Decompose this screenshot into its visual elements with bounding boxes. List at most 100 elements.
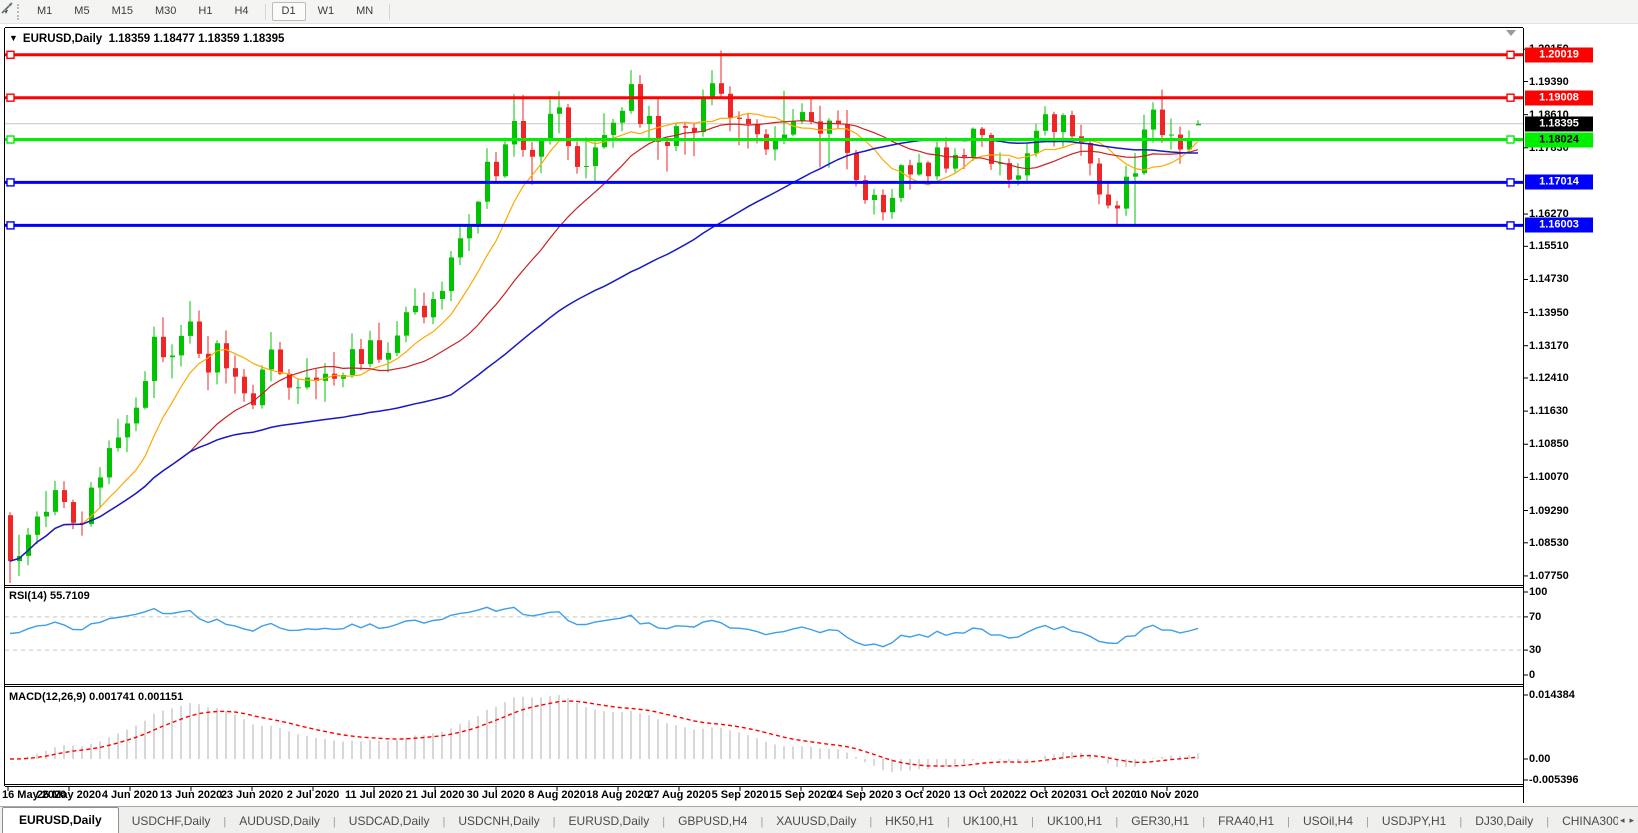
mt4-terminal: ▾ M1M5M15M30H1H4 D1W1MN ▼ EURUSD,Daily 1.1… [0,0,1638,833]
chart-tab-usdchf-daily[interactable]: USDCHF,Daily [119,810,224,833]
price-axis-tick-label: 1.07750 [1529,570,1569,582]
current-price-label: 1.18395 [1525,116,1593,131]
price-axis-tick-label: 1.13170 [1529,340,1569,352]
moving-average-line-9 [10,113,1198,561]
timeframe-button-m5[interactable]: M5 [64,2,99,21]
line-anchor-handle [7,179,14,186]
chart-tab-dj30-daily[interactable]: DJ30,Daily [1462,810,1546,833]
timeframe-button-w1[interactable]: W1 [308,2,345,21]
line-anchor-handle [7,94,14,101]
hline-price-label: 1.20019 [1525,47,1593,62]
line-anchor-handle [1507,179,1514,186]
date-tick-label: 11 Jul 2020 [345,789,403,801]
price-axis-tick-label: 1.15510 [1529,240,1569,252]
date-tick-label: 24 Sep 2020 [831,789,894,801]
timeframe-button-h4[interactable]: H4 [224,2,258,21]
chart-tab-audusd-daily[interactable]: AUDUSD,Daily [226,810,333,833]
date-tick-label: 5 Sep 2020 [712,789,769,801]
date-tick-label: 2 Jul 2020 [287,789,340,801]
rsi-axis-tick-label: 0 [1529,669,1535,681]
line-anchor-handle [7,136,14,143]
chart-ohlc-values: 1.18359 1.18477 1.18359 1.18395 [109,33,285,45]
price-axis-tick-label: 1.08530 [1529,537,1569,549]
chart-tabs: EURUSD,DailyUSDCHF,Daily|AUDUSD,Daily|US… [0,807,1618,833]
chart-tab-usdcnh-daily[interactable]: USDCNH,Daily [445,810,552,833]
date-tick-label: 23 Jun 2020 [221,789,283,801]
chart-tab-fra40-h1[interactable]: FRA40,H1 [1205,810,1287,833]
chart-plot-area[interactable] [0,0,1638,833]
cursor-tool-button[interactable]: ▾ [0,2,13,22]
hline-price-label: 1.16003 [1525,218,1593,233]
horizontal-line-1.16003[interactable] [5,222,1523,229]
horizontal-line-1.20019[interactable] [5,51,1523,58]
timeframe-button-m30[interactable]: M30 [145,2,186,21]
macd-indicator-label: MACD(12,26,9) 0.001741 0.001151 [9,691,183,703]
timeframe-button-m15[interactable]: M15 [102,2,143,21]
horizontal-line-1.19008[interactable] [5,94,1523,101]
candlestick-series[interactable] [8,51,1201,584]
tab-scroll-right-icon[interactable]: ▸ [1629,815,1634,826]
chart-tab-uk100-h1[interactable]: UK100,H1 [1034,810,1115,833]
collapse-triangle-icon[interactable]: ▼ [9,33,18,43]
line-anchor-handle [7,222,14,229]
macd-axis-tick-label: 0.00 [1529,753,1550,765]
hline-price-label: 1.19008 [1525,90,1593,105]
price-axis-tick-label: 1.10850 [1529,438,1569,450]
chart-tab-china300-h1[interactable]: CHINA300,H1 [1549,810,1618,833]
date-tick-label: 10 Nov 2020 [1135,789,1199,801]
date-tick-label: 21 Jul 2020 [406,789,465,801]
price-axis-tick-label: 1.14730 [1529,273,1569,285]
date-tick-label: 13 Oct 2020 [953,789,1014,801]
chart-tab-eurusd-daily[interactable]: EURUSD,Daily [2,807,119,833]
timeframe-button-mn[interactable]: MN [346,2,383,21]
chart-tab-hk50-h1[interactable]: HK50,H1 [872,810,947,833]
tab-scroll-left-icon[interactable]: ◂ [1620,815,1625,826]
price-axis-tick-label: 1.19390 [1529,76,1569,88]
date-tick-label: 31 Oct 2020 [1075,789,1136,801]
chart-tab-eurusd-daily[interactable]: EURUSD,Daily [556,810,663,833]
date-tick-label: 22 Oct 2020 [1014,789,1075,801]
price-axis-tick-label: 1.13950 [1529,307,1569,319]
date-tick-label: 27 Aug 2020 [647,789,711,801]
line-anchor-handle [7,51,14,58]
timeframe-button-h1[interactable]: H1 [188,2,222,21]
timeframe-button-d1[interactable]: D1 [272,2,306,21]
chart-tab-gbpusd-h4[interactable]: GBPUSD,H4 [665,810,760,833]
macd-axis-tick-label: -0.005396 [1529,774,1579,786]
date-tick-label: 18 Aug 2020 [586,789,650,801]
moving-average-line-50 [10,140,1198,561]
date-tick-label: 3 Oct 2020 [895,789,950,801]
rsi-axis-tick-label: 30 [1529,644,1541,656]
date-tick-label: 13 Jun 2020 [160,789,222,801]
horizontal-line-1.17014[interactable] [5,179,1523,186]
chart-tab-ger30-h1[interactable]: GER30,H1 [1118,810,1202,833]
date-tick-label: 8 Aug 2020 [528,789,586,801]
timeframe-button-m1[interactable]: M1 [27,2,62,21]
date-tick-label: 30 Jul 2020 [467,789,526,801]
macd-histogram [10,695,1198,772]
price-axis-tick-label: 1.11630 [1529,405,1568,417]
price-axis-tick-label: 1.09290 [1529,505,1569,517]
chart-tab-xauusd-daily[interactable]: XAUUSD,Daily [763,810,869,833]
toolbar-separator [265,4,266,20]
hline-price-label: 1.18024 [1525,132,1593,147]
rsi-indicator-label: RSI(14) 55.7109 [9,590,90,602]
timeframe-toolbar: ▾ M1M5M15M30H1H4 D1W1MN [0,0,1638,24]
line-anchor-handle [1507,222,1514,229]
toolbar-grip[interactable] [17,4,19,20]
chart-symbol-label: EURUSD,Daily [23,33,102,45]
line-anchor-handle [1507,136,1514,143]
price-axis-tick-label: 1.10070 [1529,471,1569,483]
chart-tab-usdcad-daily[interactable]: USDCAD,Daily [336,810,443,833]
chart-tab-bar: EURUSD,DailyUSDCHF,Daily|AUDUSD,Daily|US… [0,806,1638,833]
chart-tab-usoil-h4[interactable]: USOil,H4 [1290,810,1366,833]
moving-average-line-21 [10,121,1198,561]
date-tick-label: 26 May 2020 [37,789,101,801]
chart-tab-usdjpy-h1[interactable]: USDJPY,H1 [1369,810,1459,833]
price-axis-tick-label: 1.12410 [1529,372,1569,384]
tab-scroll-arrows: ◂ ▸ [1618,807,1638,833]
chart-tab-uk100-h1[interactable]: UK100,H1 [950,810,1031,833]
chart-shift-marker[interactable] [1506,30,1516,36]
rsi-axis-tick-label: 100 [1529,586,1547,598]
toolbar-separator [389,4,390,20]
